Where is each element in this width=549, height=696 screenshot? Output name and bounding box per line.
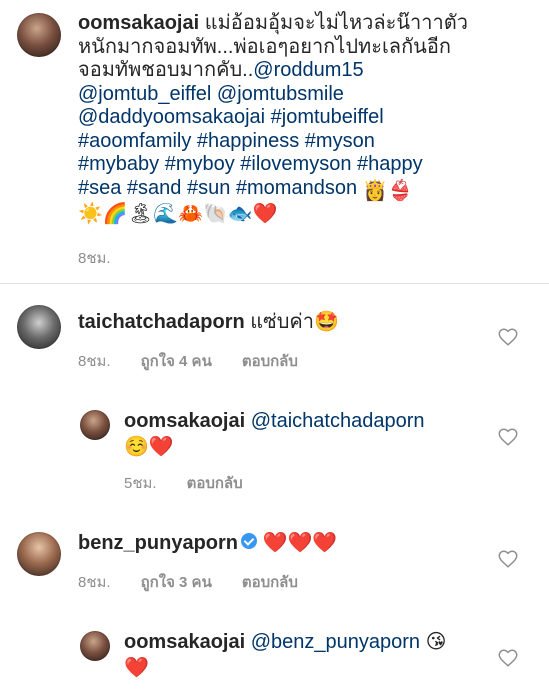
like-heart-icon[interactable] xyxy=(497,326,519,348)
reply-username[interactable]: oomsakaojai xyxy=(124,631,245,653)
comment-username[interactable]: taichatchadaporn xyxy=(78,311,245,333)
comment-body: ❤️❤️❤️ xyxy=(262,532,338,554)
caption-time: 8ชม. xyxy=(78,250,111,267)
caption-mention-roddum[interactable]: @roddum15 xyxy=(253,59,363,81)
reply-text: oomsakaojai @benz_punyaporn 😘 ❤️ xyxy=(124,631,504,680)
caption-line4[interactable]: @jomtub_eiffel @jomtubsmile xyxy=(78,83,538,107)
comment-avatar[interactable] xyxy=(17,305,61,349)
reply-body-tail: 😘 xyxy=(425,631,447,653)
comment-text: taichatchadaporn แซ่บค่า🤩 xyxy=(78,311,339,335)
caption-avatar[interactable] xyxy=(17,13,61,57)
reply-text: oomsakaojai @taichatchadaporn ☺️❤️ xyxy=(124,410,504,459)
caption-line5[interactable]: @daddyoomsakaojai #jomtubeiffel xyxy=(78,106,538,130)
caption-emoji-tail: 👸👙 xyxy=(362,179,413,202)
caption-line2: หนักมากจอมทัพ...พ่อเอๆอยากไปทะเลกันอีก xyxy=(78,35,451,58)
reply-username[interactable]: oomsakaojai xyxy=(124,410,245,432)
reply-reply-link[interactable]: ตอบกลับ xyxy=(187,475,243,492)
divider xyxy=(0,283,549,284)
reply-time: 5ชม. xyxy=(124,475,157,492)
comment-avatar[interactable] xyxy=(17,532,61,576)
comment-time: 8ชม. xyxy=(78,353,111,370)
comment-meta: 8ชม. ถูกใจ 4 คน ตอบกลับ xyxy=(78,349,328,373)
caption-text: oomsakaojai แม่อ้อมอุ้มจะไม่ไหวล่ะน๊าาาต… xyxy=(78,12,538,227)
like-heart-icon[interactable] xyxy=(497,647,519,669)
caption-username[interactable]: oomsakaojai xyxy=(78,12,199,34)
comment-likes-link[interactable]: ถูกใจ 3 คน xyxy=(141,574,212,591)
comment-likes-link[interactable]: ถูกใจ 4 คน xyxy=(141,353,212,370)
reply-mention[interactable]: @benz_punyaporn xyxy=(251,631,420,653)
reply-avatar[interactable] xyxy=(80,631,110,661)
reply-mention[interactable]: @taichatchadaporn xyxy=(251,410,425,432)
reply-avatar[interactable] xyxy=(80,410,110,440)
comment-reply-link[interactable]: ตอบกลับ xyxy=(242,574,298,591)
caption-line8[interactable]: #sea #sand #sun #momandson xyxy=(78,177,357,199)
like-heart-icon[interactable] xyxy=(497,548,519,570)
caption-line1: แม่อ้อมอุ้มจะไม่ไหวล่ะน๊าาาตัว xyxy=(204,12,468,34)
caption-line3: จอมทัพชอบมากคับ.. xyxy=(78,59,254,81)
caption-line6[interactable]: #aoomfamily #happiness #myson xyxy=(78,130,538,154)
comment-body: แซ่บค่า🤩 xyxy=(250,311,339,333)
comment-text: benz_punyaporn ❤️❤️❤️ xyxy=(78,532,337,556)
reply-body: ❤️ xyxy=(124,656,149,679)
like-heart-icon[interactable] xyxy=(497,426,519,448)
comment-meta: 8ชม. ถูกใจ 3 คน ตอบกลับ xyxy=(78,570,328,594)
caption-line7[interactable]: #mybaby #myboy #ilovemyson #happy xyxy=(78,153,538,177)
caption-emoji-line: ☀️🌈🏝🌊🦀🐚🐟❤️ xyxy=(78,203,278,225)
comment-time: 8ชม. xyxy=(78,574,111,591)
comment-reply-link[interactable]: ตอบกลับ xyxy=(242,353,298,370)
verified-badge-icon xyxy=(241,533,258,549)
comment-username[interactable]: benz_punyaporn xyxy=(78,532,238,554)
reply-meta: 5ชม. ตอบกลับ xyxy=(124,471,273,495)
reply-body: ☺️❤️ xyxy=(124,435,174,458)
